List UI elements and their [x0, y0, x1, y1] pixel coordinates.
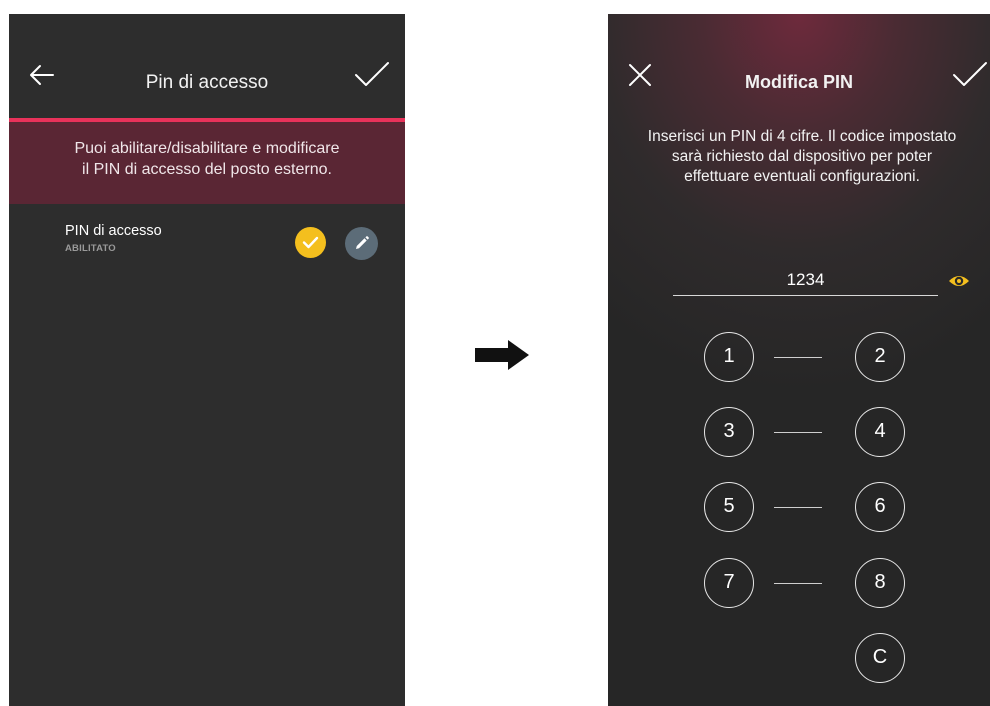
confirm-check-icon[interactable] — [352, 58, 392, 92]
keypad-pair-line — [774, 432, 822, 433]
pin-instructions-line: effettuare eventuali configurazioni. — [684, 168, 920, 185]
keypad-pair-line — [774, 357, 822, 358]
pin-instructions-line: Inserisci un PIN di 4 cifre. Il codice i… — [647, 128, 957, 145]
keypad-key-4[interactable]: 4 — [855, 407, 905, 457]
keypad-key-7[interactable]: 7 — [704, 558, 754, 608]
pin-input[interactable]: 1234 — [673, 270, 938, 296]
pin-edit-button[interactable] — [345, 227, 378, 260]
pin-instructions-line: sarà richiesto dal dispositivo per poter — [671, 148, 933, 165]
info-banner-line: il PIN di accesso del posto esterno. — [82, 161, 332, 178]
keypad-clear-key[interactable]: C — [855, 633, 905, 683]
keypad-pair-line — [774, 583, 822, 584]
info-banner-line: Puoi abilitare/disabilitare e modificare — [74, 140, 340, 157]
pin-instructions: Inserisci un PIN di 4 cifre. Il codice i… — [618, 127, 986, 187]
keypad-key-3[interactable]: 3 — [704, 407, 754, 457]
eye-icon[interactable] — [948, 270, 970, 292]
page-title: Pin di accesso — [145, 72, 269, 93]
keypad-key-8[interactable]: 8 — [855, 558, 905, 608]
keypad-key-6[interactable]: 6 — [855, 482, 905, 532]
pin-row-status: ABILITATO — [65, 243, 116, 254]
pin-enabled-check-button[interactable] — [295, 227, 326, 258]
info-banner-text: Puoi abilitare/disabilitare e modificare… — [39, 138, 375, 180]
check-icon — [302, 236, 319, 249]
keypad-key-5[interactable]: 5 — [704, 482, 754, 532]
pin-input-underline — [673, 295, 938, 296]
arrow-right-icon — [474, 340, 530, 375]
pencil-icon — [356, 236, 369, 249]
pin-access-screen: Pin di accesso Puoi abilitare/disabilita… — [9, 14, 405, 706]
page-title: Modifica PIN — [744, 72, 853, 92]
pin-row-title: PIN di accesso — [65, 223, 162, 239]
confirm-check-icon[interactable] — [950, 58, 990, 92]
keypad-pair-line — [774, 507, 822, 508]
keypad-key-1[interactable]: 1 — [704, 332, 754, 382]
edit-pin-screen: Modifica PIN Inserisci un PIN di 4 cifre… — [608, 14, 990, 706]
keypad-key-2[interactable]: 2 — [855, 332, 905, 382]
info-banner: Puoi abilitare/disabilitare e modificare… — [9, 122, 405, 204]
